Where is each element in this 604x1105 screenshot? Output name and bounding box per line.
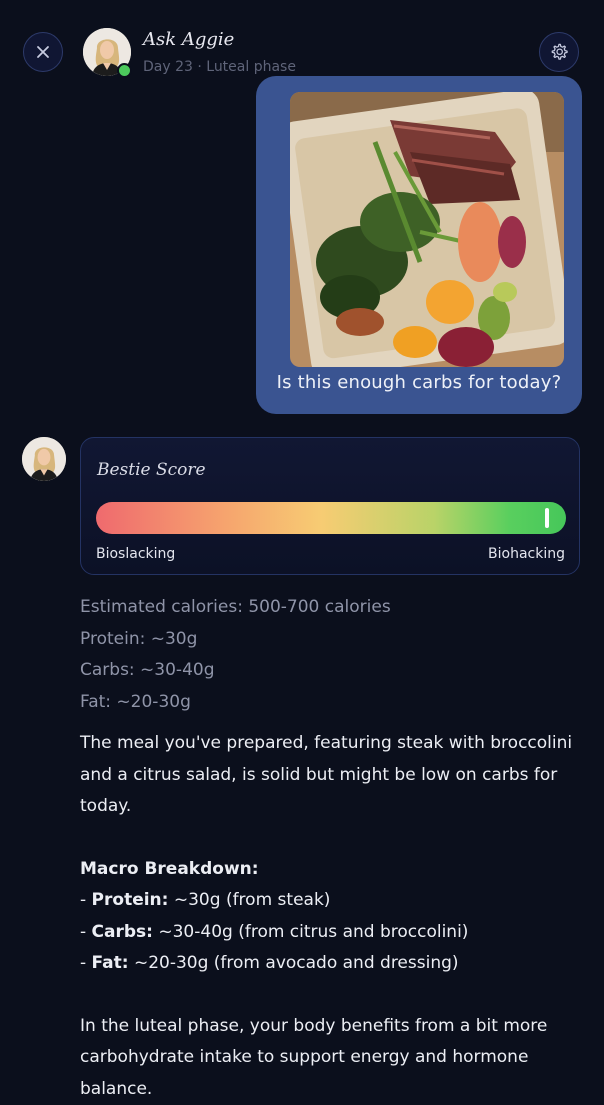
- online-status-indicator: [117, 63, 132, 78]
- nutrition-estimates: Estimated calories: 500-700 calories Pro…: [80, 592, 391, 718]
- score-high-label: Biohacking: [488, 546, 565, 562]
- bestie-score-card: Bestie Score Bioslacking Biohacking: [80, 437, 580, 575]
- score-title: Bestie Score: [97, 460, 206, 480]
- macro-value: ~20-30g (from avocado and dressing): [129, 953, 459, 973]
- chat-title: Ask Aggie: [143, 29, 234, 50]
- macro-label: Protein:: [92, 890, 169, 910]
- score-low-label: Bioslacking: [96, 546, 175, 562]
- cycle-day-subtitle: Day 23 · Luteal phase: [143, 59, 296, 75]
- macro-item: - Carbs: ~30-40g (from citrus and brocco…: [80, 917, 580, 949]
- calories-estimate: Estimated calories: 500-700 calories: [80, 592, 391, 624]
- macro-label: Fat:: [92, 953, 129, 973]
- close-icon: [35, 44, 51, 60]
- reply-intro: The meal you've prepared, featuring stea…: [80, 728, 580, 823]
- macro-value: ~30-40g (from citrus and broccolini): [153, 922, 468, 942]
- macro-value: ~30g (from steak): [168, 890, 330, 910]
- macro-heading: Macro Breakdown:: [80, 854, 580, 886]
- score-gradient-bar: [96, 502, 566, 534]
- fat-estimate: Fat: ~20-30g: [80, 687, 391, 719]
- user-message-text: Is this enough carbs for today?: [256, 372, 582, 393]
- reply-closing: In the luteal phase, your body benefits …: [80, 1011, 580, 1105]
- score-marker: [545, 508, 549, 528]
- close-button[interactable]: [23, 32, 63, 72]
- macro-label: Carbs:: [92, 922, 153, 942]
- settings-button[interactable]: [539, 32, 579, 72]
- carbs-estimate: Carbs: ~30-40g: [80, 655, 391, 687]
- meal-photo[interactable]: [290, 92, 564, 367]
- assistant-reply: The meal you've prepared, featuring stea…: [80, 728, 580, 1105]
- macro-item: - Fat: ~20-30g (from avocado and dressin…: [80, 948, 580, 980]
- gear-icon: [549, 42, 569, 62]
- macro-list: - Protein: ~30g (from steak) - Carbs: ~3…: [80, 885, 580, 980]
- assistant-avatar: [22, 437, 66, 481]
- macro-item: - Protein: ~30g (from steak): [80, 885, 580, 917]
- top-bar: Ask Aggie Day 23 · Luteal phase: [0, 0, 604, 80]
- protein-estimate: Protein: ~30g: [80, 624, 391, 656]
